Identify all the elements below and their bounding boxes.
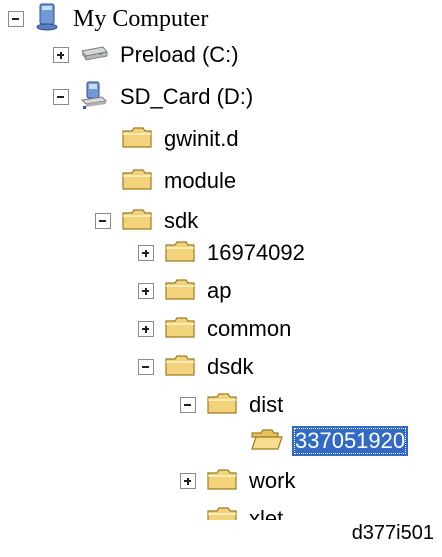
tree-node-my-computer[interactable]: My Computer [8, 2, 211, 36]
tree-node-work[interactable]: work [180, 464, 298, 498]
no-toggle [95, 173, 111, 189]
figure-caption: d377i501 [351, 522, 434, 544]
tree-node-preload[interactable]: Preload (C:) [53, 38, 242, 72]
expand-toggle[interactable] [138, 321, 154, 337]
tree-label: dist [249, 392, 284, 417]
tree-label: 16974092 [207, 240, 305, 265]
folder-icon [164, 315, 196, 344]
tree-label: common [207, 316, 292, 341]
tree-label: ap [207, 278, 232, 303]
folder-icon [206, 391, 238, 420]
tree-node-dist[interactable]: dist [180, 388, 286, 422]
folder-icon [121, 167, 153, 196]
tree-label: dsdk [207, 354, 254, 379]
no-toggle [180, 511, 196, 520]
folder-icon [164, 239, 196, 268]
folder-icon [206, 505, 238, 520]
collapse-toggle[interactable] [8, 11, 24, 27]
tree-node-module[interactable]: module [95, 164, 239, 198]
tree-label: xlet [249, 506, 284, 520]
tree-node-16974092[interactable]: 16974092 [138, 236, 308, 270]
tree-node-xlet[interactable]: xlet [180, 502, 286, 520]
tree-node-dsdk[interactable]: dsdk [138, 350, 256, 384]
folder-tree: My Computer Preload (C:) SD_Card (D:) gw… [0, 0, 442, 520]
tree-label: gwinit.d [164, 126, 239, 151]
folder-icon [164, 353, 196, 382]
collapse-toggle[interactable] [53, 89, 69, 105]
my-computer-icon [34, 2, 62, 37]
tree-label-selected: 337051920 [292, 426, 409, 456]
tree-node-gwinit[interactable]: gwinit.d [95, 122, 242, 156]
tree-label: Preload (C:) [120, 42, 239, 67]
tree-label: sdk [164, 208, 199, 233]
expand-toggle[interactable] [138, 283, 154, 299]
folder-icon [164, 277, 196, 306]
tree-label: module [164, 168, 237, 193]
folder-icon [121, 207, 153, 236]
collapse-toggle[interactable] [138, 359, 154, 375]
folder-icon [206, 467, 238, 496]
expand-toggle[interactable] [53, 47, 69, 63]
tree-node-ap[interactable]: ap [138, 274, 234, 308]
tree-node-common[interactable]: common [138, 312, 294, 346]
tree-label: work [249, 468, 296, 493]
tree-node-337051920[interactable]: 337051920 [224, 424, 409, 458]
tree-node-sd-card[interactable]: SD_Card (D:) [53, 80, 256, 114]
network-drive-icon [79, 80, 109, 115]
tree-node-sdk[interactable]: sdk [95, 204, 201, 238]
folder-icon [121, 125, 153, 154]
collapse-toggle[interactable] [95, 213, 111, 229]
folder-open-icon [250, 427, 284, 456]
expand-toggle[interactable] [180, 473, 196, 489]
tree-label: My Computer [73, 6, 209, 32]
tree-label: SD_Card (D:) [120, 84, 254, 109]
drive-icon [79, 43, 109, 68]
no-toggle [224, 433, 240, 449]
no-toggle [95, 131, 111, 147]
expand-toggle[interactable] [138, 245, 154, 261]
collapse-toggle[interactable] [180, 397, 196, 413]
